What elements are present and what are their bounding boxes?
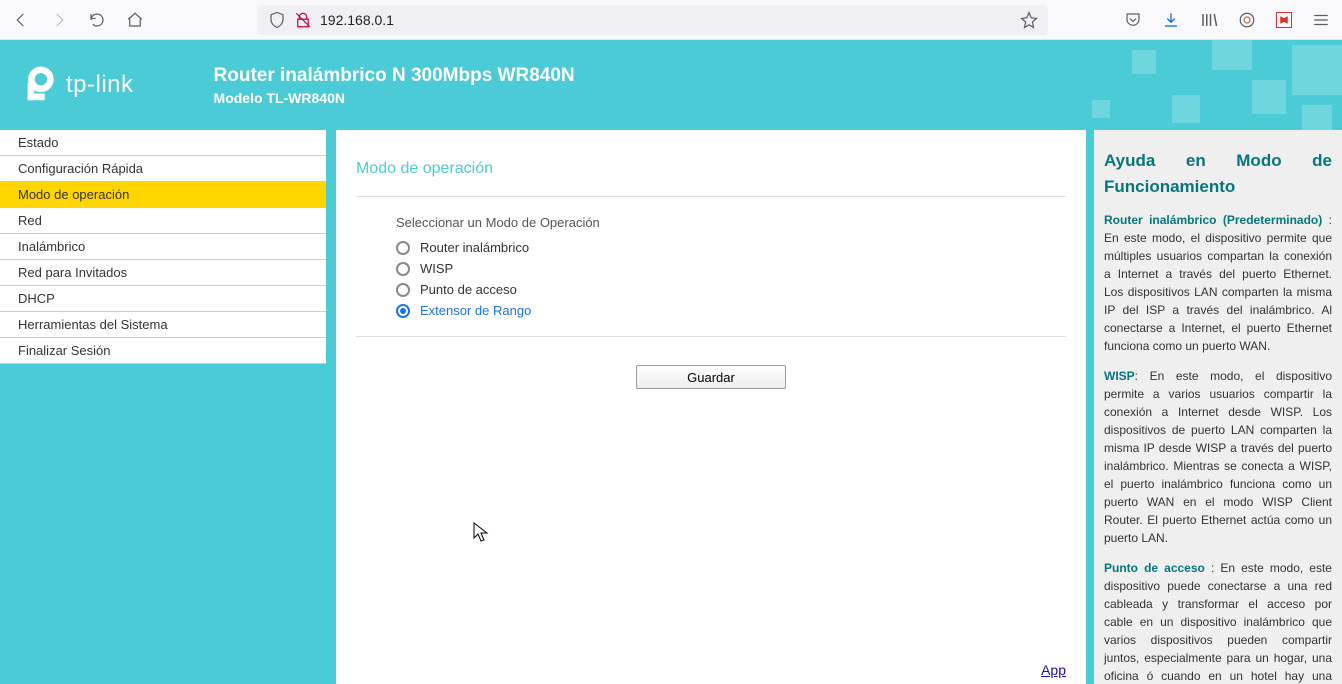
sidebar-item-dhcp[interactable]: DHCP	[0, 286, 326, 312]
radio-punto-acceso[interactable]: Punto de acceso	[396, 282, 1066, 297]
radio-label: Router inalámbrico	[420, 240, 529, 255]
section-title: Modo de operación	[356, 160, 1066, 178]
sidebar-item-red[interactable]: Red	[0, 208, 326, 234]
app-link[interactable]: App	[1041, 662, 1066, 678]
bookmark-star-icon[interactable]	[1020, 11, 1038, 29]
url-input[interactable]	[320, 12, 1012, 28]
radio-icon	[396, 262, 410, 276]
divider	[356, 336, 1066, 337]
radio-icon	[396, 283, 410, 297]
radio-label: Extensor de Rango	[420, 303, 531, 318]
save-row: Guardar	[356, 365, 1066, 389]
extension-icon[interactable]	[1238, 11, 1256, 29]
radio-label: Punto de acceso	[420, 282, 517, 297]
sidebar-item-modo-operacion[interactable]: Modo de operación	[0, 182, 326, 208]
tplink-logo-icon	[20, 66, 58, 104]
save-button[interactable]: Guardar	[636, 365, 786, 389]
header-decoration	[1042, 40, 1342, 130]
chrome-right-icons	[1124, 11, 1330, 29]
divider	[356, 196, 1066, 197]
radio-router-inalambrico[interactable]: Router inalámbrico	[396, 240, 1066, 255]
shield-icon	[268, 11, 286, 29]
download-icon[interactable]	[1162, 11, 1180, 29]
app-body: Estado Configuración Rápida Modo de oper…	[0, 130, 1342, 684]
mcafee-icon[interactable]	[1276, 12, 1292, 28]
forward-icon[interactable]	[50, 11, 68, 29]
library-icon[interactable]	[1200, 11, 1218, 29]
help-p1-term: Router inalámbrico (Predeterminado)	[1104, 213, 1322, 227]
logo: tp-link	[20, 66, 134, 104]
page-title: Router inalámbrico N 300Mbps WR840N	[214, 65, 575, 87]
header-titles: Router inalámbrico N 300Mbps WR840N Mode…	[214, 65, 575, 106]
nav-icons	[12, 11, 144, 29]
sidebar-item-herramientas[interactable]: Herramientas del Sistema	[0, 312, 326, 338]
main-area: Modo de operación Seleccionar un Modo de…	[326, 130, 1342, 684]
menu-icon[interactable]	[1312, 11, 1330, 29]
logo-text: tp-link	[66, 71, 134, 99]
content-panel: Modo de operación Seleccionar un Modo de…	[336, 130, 1086, 684]
url-bar[interactable]	[258, 5, 1048, 35]
reload-icon[interactable]	[88, 11, 106, 29]
form-label: Seleccionar un Modo de Operación	[396, 215, 1066, 230]
sidebar-item-estado[interactable]: Estado	[0, 130, 326, 156]
help-p1-text: : En este modo, el dispositivo permite q…	[1104, 213, 1332, 353]
help-panel: Ayuda en Modo de Funcionamiento Router i…	[1094, 130, 1342, 684]
help-p1: Router inalámbrico (Predeterminado) : En…	[1104, 211, 1332, 355]
help-title: Ayuda en Modo de Funcionamiento	[1104, 148, 1332, 199]
back-icon[interactable]	[12, 11, 30, 29]
sidebar: Estado Configuración Rápida Modo de oper…	[0, 130, 326, 684]
radio-extensor-rango[interactable]: Extensor de Rango	[396, 303, 1066, 318]
radio-label: WISP	[420, 261, 453, 276]
operation-mode-form: Seleccionar un Modo de Operación Router …	[356, 215, 1066, 318]
pocket-icon[interactable]	[1124, 11, 1142, 29]
model-label: Modelo TL-WR840N	[214, 90, 575, 106]
sidebar-item-configuracion-rapida[interactable]: Configuración Rápida	[0, 156, 326, 182]
browser-chrome	[0, 0, 1342, 40]
help-p3-term: Punto de acceso	[1104, 561, 1205, 575]
lock-insecure-icon	[294, 11, 312, 29]
help-p2-term: WISP	[1104, 369, 1135, 383]
radio-wisp[interactable]: WISP	[396, 261, 1066, 276]
app-header: tp-link Router inalámbrico N 300Mbps WR8…	[0, 40, 1342, 130]
radio-icon	[396, 241, 410, 255]
help-p3: Punto de acceso : En este modo, este dis…	[1104, 559, 1332, 684]
sidebar-item-red-invitados[interactable]: Red para Invitados	[0, 260, 326, 286]
radio-icon	[396, 304, 410, 318]
help-p2-text: : En este modo, el dispositivo permite a…	[1104, 369, 1332, 545]
sidebar-item-finalizar-sesion[interactable]: Finalizar Sesión	[0, 338, 326, 364]
help-p3-text: : En este modo, este dispositivo puede c…	[1104, 561, 1332, 684]
sidebar-item-inalambrico[interactable]: Inalámbrico	[0, 234, 326, 260]
home-icon[interactable]	[126, 11, 144, 29]
help-p2: WISP: En este modo, el dispositivo permi…	[1104, 367, 1332, 547]
